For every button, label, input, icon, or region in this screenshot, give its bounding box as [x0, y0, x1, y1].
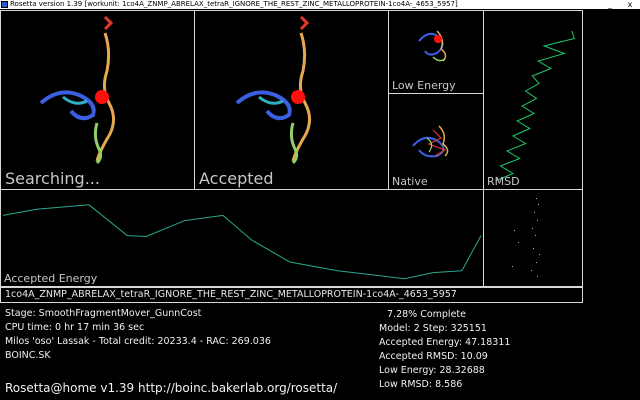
searching-protein-view	[39, 15, 115, 165]
low-energy-label: Low Energy	[392, 79, 456, 92]
footer-url-text: Rosetta@home v1.39 http://boinc.bakerlab…	[5, 381, 338, 395]
percent-complete-text: 7.28% Complete	[387, 309, 466, 320]
rmsd-chart	[495, 30, 575, 182]
model-step-text: Model: 2 Step: 325151	[379, 323, 487, 334]
searching-panel: Searching...	[0, 10, 195, 190]
accepted-energy-trace-line	[2, 204, 482, 280]
stage-text: Stage: SmoothFragmentMover_GunnCost	[5, 308, 202, 319]
low-energy-text: Low Energy: 28.32688	[379, 365, 485, 376]
rosetta-app-icon	[1, 1, 8, 8]
accepted-label: Accepted	[199, 169, 274, 188]
accepted-energy-text: Accepted Energy: 47.18311	[379, 337, 511, 348]
rmsd-trace-line	[495, 30, 575, 182]
accepted-energy-panel: Accepted Energy	[0, 189, 484, 287]
window-titlebar[interactable]: Rosetta version 1.39 [workunit: 1co4A_ZN…	[0, 0, 640, 10]
window-title: Rosetta version 1.39 [workunit: 1co4A_ZN…	[10, 0, 458, 8]
accepted-rmsd-text: Accepted RMSD: 10.09	[379, 351, 488, 362]
accepted-energy-label: Accepted Energy	[4, 272, 98, 285]
cpu-time-text: CPU time: 0 hr 17 min 36 sec	[5, 322, 145, 333]
workunit-name: 1co4A_ZNMP_ABRELAX_tetraR_IGNORE_THE_RES…	[5, 289, 457, 300]
low-rmsd-text: Low RMSD: 8.586	[379, 379, 463, 390]
native-panel: Native	[388, 93, 484, 190]
close-button[interactable]: x	[624, 0, 636, 9]
user-credit-text: Milos 'oso' Lassak - Total credit: 20233…	[5, 336, 271, 347]
workunit-name-bar: 1co4A_ZNMP_ABRELAX_tetraR_IGNORE_THE_RES…	[0, 287, 583, 303]
rmsd-label: RMSD	[487, 175, 520, 188]
team-text: BOINC.SK	[5, 350, 51, 361]
low-energy-panel: Low Energy	[388, 10, 484, 94]
energy-rmsd-scatter-panel	[483, 189, 583, 287]
accepted-panel: Accepted	[194, 10, 389, 190]
native-label: Native	[392, 175, 428, 188]
minimize-button[interactable]: _	[604, 0, 616, 9]
searching-label: Searching...	[5, 169, 100, 188]
energy-rmsd-scatter	[512, 198, 540, 277]
accepted-protein-view	[235, 15, 311, 165]
rmsd-panel: RMSD	[483, 10, 583, 190]
